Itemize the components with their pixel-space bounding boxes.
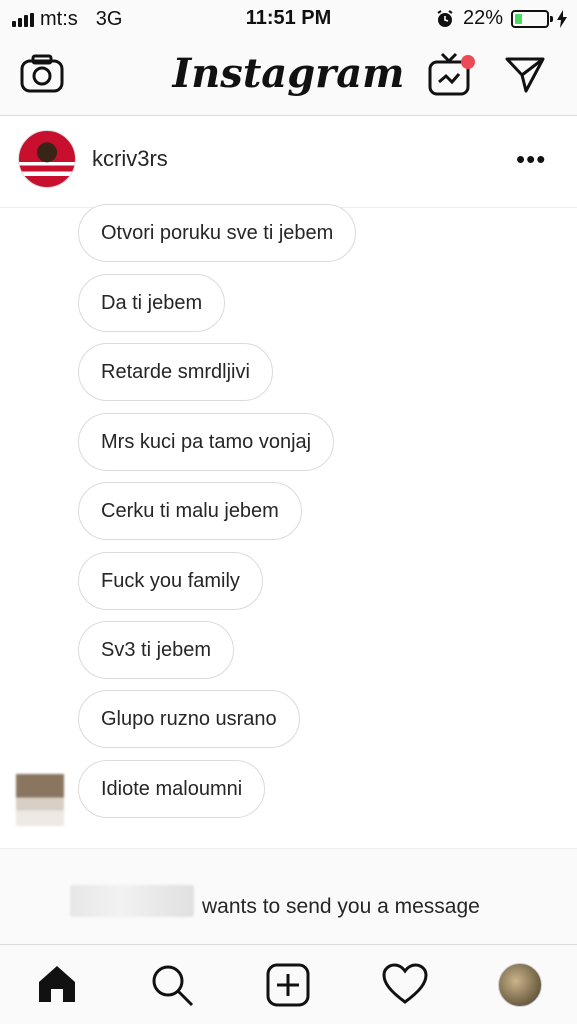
status-right: 22% (435, 7, 567, 30)
home-icon[interactable] (36, 963, 78, 1005)
igtv-icon[interactable] (428, 52, 478, 98)
profile-avatar[interactable] (498, 963, 542, 1007)
message-request-bar: wants to send you a message (0, 848, 577, 944)
message-bubble[interactable]: Idiote maloumni (78, 760, 266, 818)
message-bubble[interactable]: Glupo ruzno usrano (78, 690, 300, 748)
message-bubble[interactable]: Sv3 ti jebem (78, 621, 235, 679)
activity-heart-icon[interactable] (382, 963, 428, 1005)
message-bubble[interactable]: Retarde smrdljivi (78, 343, 273, 401)
avatar[interactable] (18, 130, 76, 188)
alarm-icon (437, 9, 453, 27)
thread-username[interactable]: kcriv3rs (92, 146, 168, 172)
thread-header: kcriv3rs ••• (0, 116, 577, 208)
message-bubble[interactable]: Da ti jebem (78, 274, 226, 332)
direct-message-icon[interactable] (504, 54, 546, 94)
message-bubble[interactable]: Fuck you family (78, 552, 263, 610)
request-text: wants to send you a message (202, 895, 480, 918)
status-bar: mt:s 3G 11:51 PM 22% (0, 0, 577, 38)
battery-percent: 22% (462, 7, 503, 29)
new-post-icon[interactable] (266, 963, 310, 1007)
battery-icon (511, 9, 553, 28)
message-list[interactable]: Otvori poruku sve ti jebem Da ti jebem R… (0, 204, 577, 848)
bottom-tab-bar (0, 944, 577, 1024)
top-navigation: Instagram (0, 38, 577, 116)
message-bubble[interactable]: Cerku ti malu jebem (78, 482, 302, 540)
message-bubble[interactable]: Otvori poruku sve ti jebem (78, 204, 357, 262)
blurred-sender-name (70, 885, 194, 917)
search-icon[interactable] (150, 963, 194, 1007)
charging-bolt-icon (557, 9, 567, 28)
message-bubble[interactable]: Mrs kuci pa tamo vonjaj (78, 413, 335, 471)
more-options-icon[interactable]: ••• (516, 144, 546, 175)
sender-avatar[interactable] (16, 774, 64, 826)
instagram-logo: Instagram (172, 50, 405, 97)
